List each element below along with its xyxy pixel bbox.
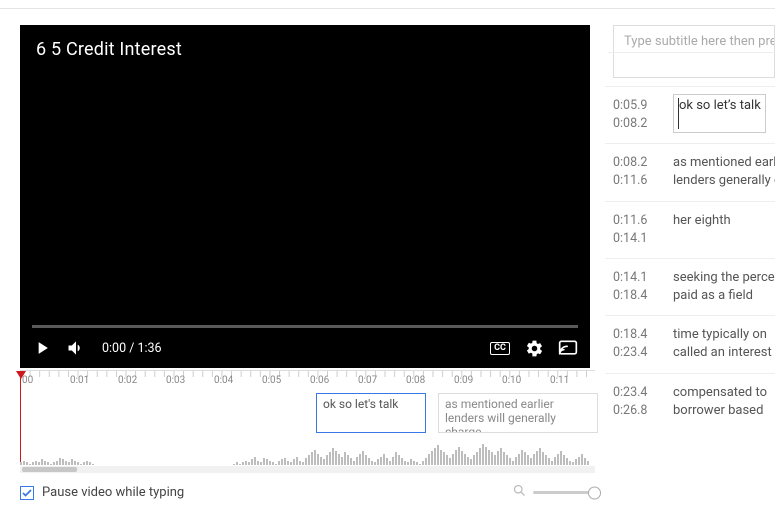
subtitle-times: 0:11.60:14.1 (613, 212, 657, 248)
ruler-tick: 0:04 (212, 375, 260, 386)
timeline-caption-text-next: as mentioned earlier lenders will genera… (445, 397, 556, 433)
ruler-tick: 0:11 (548, 375, 596, 386)
ruler-tick: 0:09 (452, 375, 500, 386)
cast-icon[interactable] (558, 338, 578, 358)
subtitle-times: 0:23.40:26.8 (613, 384, 657, 420)
play-icon[interactable] (32, 338, 52, 358)
timeline-caption-next[interactable]: as mentioned earlier lenders will genera… (438, 393, 598, 433)
video-controls: 0:00 / 1:36 CC (20, 328, 590, 368)
subtitle-row[interactable]: 0:08.20:11.6 as mentioned earlierlenders … (605, 143, 775, 200)
ruler-tick: 0:05 (260, 375, 308, 386)
ruler-tick: 0:07 (356, 375, 404, 386)
video-title: 6 5 Credit Interest (36, 39, 182, 60)
caption-timeline[interactable]: 000:010:020:030:040:050:060:070:080:090:… (20, 370, 595, 473)
subtitle-text: time typically oncalled an interest (673, 326, 772, 362)
ruler-tick: 0:10 (500, 375, 548, 386)
timeline-ruler[interactable]: 000:010:020:030:040:050:060:070:080:090:… (20, 371, 595, 391)
zoom-slider-track[interactable] (533, 491, 595, 494)
subtitle-times: 0:05.90:08.2 (613, 97, 657, 133)
ruler-tick: 0:01 (68, 375, 116, 386)
audio-waveform (20, 441, 595, 465)
subtitle-row[interactable]: 0:14.10:18.4 seeking the percentage ispai… (605, 258, 775, 315)
time-display: 0:00 / 1:36 (102, 341, 162, 356)
subtitle-text: as mentioned earlierlenders generally ch… (673, 154, 775, 190)
timeline-caption-active[interactable]: ok so let's talk (316, 393, 426, 433)
subtitle-times: 0:08.20:11.6 (613, 154, 657, 190)
caption-handle-right[interactable] (425, 394, 426, 432)
subtitle-times: 0:18.40:23.4 (613, 326, 657, 362)
pause-while-typing-checkbox[interactable] (20, 486, 34, 500)
duration: 1:36 (137, 341, 161, 356)
zoom-control[interactable] (512, 483, 595, 502)
timeline-caption-text: ok so let's talk (323, 397, 398, 411)
subtitle-text: her eighth (673, 212, 731, 248)
settings-gear-icon[interactable] (524, 338, 544, 358)
zoom-icon (512, 483, 527, 502)
timeline-scrollbar[interactable] (20, 466, 595, 473)
captions-icon[interactable]: CC (490, 338, 510, 358)
subtitle-row[interactable]: 0:05.90:08.2 ok so let’s talk (605, 86, 775, 143)
subtitle-text-input[interactable]: ok so let’s talk (673, 94, 766, 133)
caption-handle-left[interactable] (316, 394, 317, 432)
subtitle-text: compensated toborrower based (673, 384, 767, 420)
volume-icon[interactable] (66, 338, 86, 358)
video-player[interactable]: 6 5 Credit Interest 0:00 / 1:36 CC (20, 25, 590, 368)
pause-while-typing-label: Pause video while typing (42, 485, 184, 500)
zoom-slider-knob[interactable] (588, 486, 601, 499)
subtitle-row[interactable]: 0:23.40:26.8 compensated toborrower based (605, 373, 775, 430)
ruler-tick: 0:03 (164, 375, 212, 386)
ruler-tick: 0:06 (308, 375, 356, 386)
timeline-scrollbar-thumb[interactable] (22, 467, 77, 472)
subtitle-times: 0:14.10:18.4 (613, 269, 657, 305)
subtitle-row[interactable]: 0:11.60:14.1 her eighth (605, 201, 775, 258)
subtitle-row[interactable]: 0:18.40:23.4 time typically oncalled an i… (605, 315, 775, 372)
subtitle-text: seeking the percentage ispaid as a field (673, 269, 775, 305)
current-time: 0:00 (102, 341, 126, 356)
ruler-tick: 0:02 (116, 375, 164, 386)
ruler-tick: 0:08 (404, 375, 452, 386)
